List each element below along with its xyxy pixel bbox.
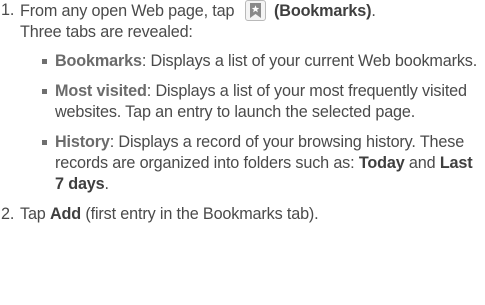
bookmark-star-glyph <box>249 3 261 18</box>
step-2-text-before: Tap <box>20 205 50 223</box>
step-2-number: 2. <box>1 205 15 223</box>
bullet-description: : Displays a list of your current Web bo… <box>141 52 478 70</box>
bullet-term: History <box>55 133 110 151</box>
bullet-description-end: . <box>104 175 110 193</box>
step-2: 2. Tap Add (first entry in the Bookmarks… <box>0 204 485 225</box>
keyword-today: Today <box>358 154 405 172</box>
bullet-description-middle: and <box>404 154 440 172</box>
bookmarks-label: (Bookmarks) <box>274 2 372 20</box>
step-1-line2: Three tabs are revealed: <box>20 23 193 41</box>
bullet-term: Bookmarks <box>55 52 142 70</box>
list-item-history: History: Displays a record of your brows… <box>40 132 485 195</box>
step-1-period: . <box>371 2 376 20</box>
list-item-bookmarks: Bookmarks: Displays a list of your curre… <box>40 51 485 72</box>
bookmark-star-icon <box>244 0 266 21</box>
instruction-document: 1. From any open Web page, tap (Bookmark… <box>0 0 485 225</box>
list-item-most-visited: Most visited: Displays a list of your mo… <box>40 81 485 123</box>
bullet-square-icon <box>42 59 47 64</box>
step-2-text-after: (first entry in the Bookmarks tab). <box>81 205 319 223</box>
bullet-square-icon <box>42 89 47 94</box>
keyword-add: Add <box>50 205 82 223</box>
step-1-text: From any open Web page, tap <box>20 2 235 20</box>
tabs-list: Bookmarks: Displays a list of your curre… <box>40 51 485 195</box>
step-1-number: 1. <box>1 1 15 19</box>
bullet-term: Most visited <box>55 82 147 100</box>
step-1: 1. From any open Web page, tap (Bookmark… <box>0 0 485 195</box>
bullet-square-icon <box>42 140 47 145</box>
